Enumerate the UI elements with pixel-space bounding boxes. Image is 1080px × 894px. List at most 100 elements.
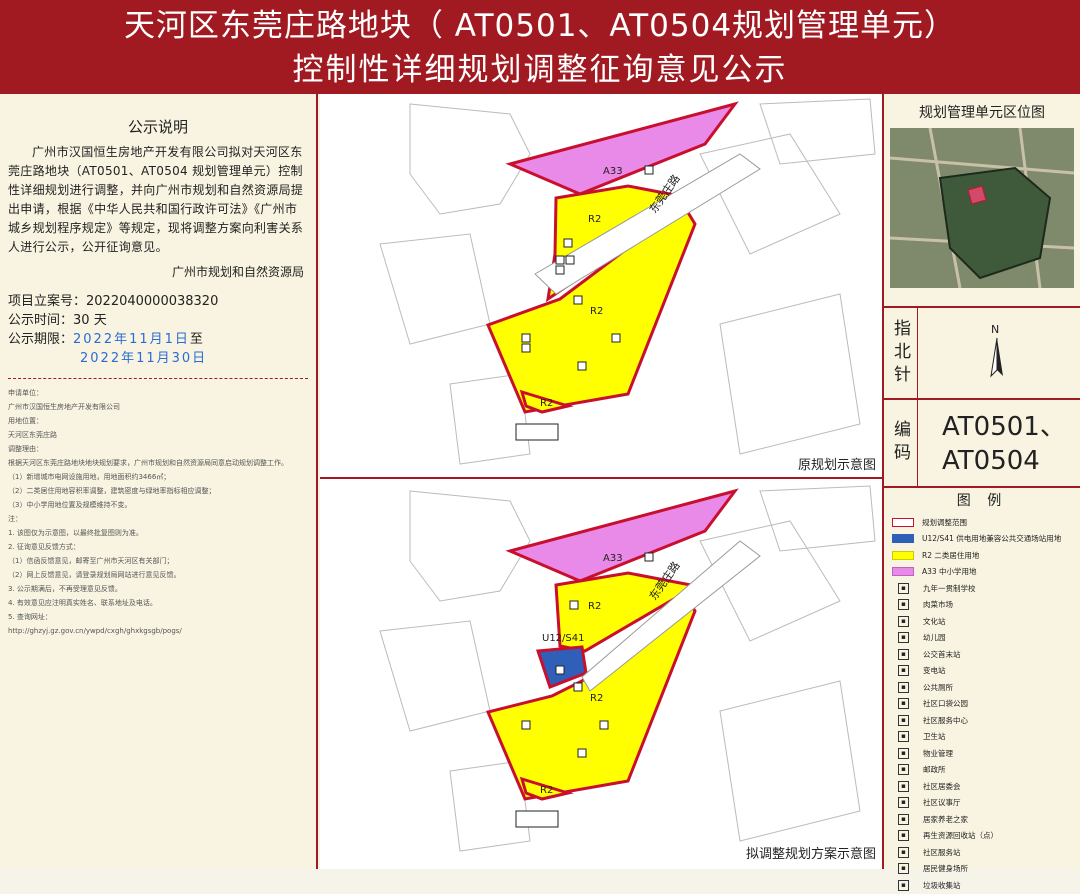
north-panel: 指北针 N: [884, 308, 1080, 400]
fine-print-line: （1）新增城市电网设施用地，用地面积约3466㎡；: [8, 473, 171, 481]
legend-swatch-item: 规划调整范围: [892, 514, 1077, 531]
label-r2-tip: R2: [540, 398, 553, 409]
fine-print: 申请单位： 广州市汉国恒生房地产开发有限公司 用地位置： 天河区东莞庄路 调整理由： 根据…: [8, 387, 308, 638]
legend-icon-item: ▪ 公共厕所: [892, 679, 1077, 696]
legend-icon-label: 公交首末站: [923, 649, 961, 659]
period-start: 2022年11月1日: [73, 332, 190, 347]
fine-print-line: 用地位置：: [8, 417, 43, 425]
legend-icon-label: 垃圾收集站: [923, 880, 961, 890]
legend-icon-label: 社区服务站: [923, 847, 961, 857]
location-map: [890, 128, 1074, 288]
fine-print-line: 广州市汉国恒生房地产开发有限公司: [8, 403, 120, 411]
fine-print-line: 5. 查询网址：: [8, 613, 52, 621]
legend-icon-label: 九年一贯制学校: [923, 583, 976, 593]
fine-print-line: 申请单位：: [8, 389, 43, 397]
legend-icon-label: 幼儿园: [923, 633, 946, 643]
label-r2-tip-adjusted: R2: [540, 785, 553, 796]
label-r2-south-adjusted: R2: [590, 693, 603, 704]
legend-icon-item: ▪ 社区口袋公园: [892, 696, 1077, 713]
legend-icon-label: 社区居委会: [923, 781, 961, 791]
project-label: 项目立案号：: [8, 294, 87, 309]
legend-icon-item: ▪ 社区居委会: [892, 778, 1077, 795]
original-plan-label: 原规划示意图: [797, 458, 876, 473]
legend-icon-item: ▪ 变电站: [892, 663, 1077, 680]
facility-icon: ▪: [898, 648, 909, 660]
period-end: 2022年11月30日: [80, 351, 208, 366]
a33-zone-adjusted: [505, 488, 739, 583]
legend-icon-label: 变电站: [923, 666, 946, 676]
legend-icon-item: ▪ 肉菜市场: [892, 597, 1077, 614]
code-panel: 编码 AT0501、 AT0504: [884, 400, 1080, 488]
legend-icon-label: 物业管理: [923, 748, 953, 758]
legend-swatch-item: R2 二类居住用地: [892, 547, 1077, 564]
facility-icon: ▪: [898, 698, 909, 710]
legend-icon-label: 社区议事厅: [923, 798, 961, 808]
original-plan-map: 东莞庄路 A33 R2 R2 R2 原规划示意图: [320, 94, 882, 479]
label-r2-north: R2: [588, 214, 601, 225]
legend-icon-label: 再生资源回收站（点）: [923, 831, 998, 841]
legend-icon-label: 卫生站: [923, 732, 946, 742]
fine-print-line: （2）二类居住用地容积率调整，建筑密度与绿地率指标相应调整；: [8, 487, 216, 495]
facility-icon: ▪: [898, 797, 909, 809]
facility-icon: ▪: [898, 879, 909, 891]
code-line-1: AT0501、: [942, 412, 1066, 442]
fine-print-line: （2）网上反馈意见，请登录规划局网站进行意见反馈。: [8, 571, 181, 579]
notice-body: 广州市汉国恒生房地产开发有限公司拟对天河区东莞庄路地块（AT0501、AT050…: [8, 145, 304, 254]
legend-icon-label: 社区口袋公园: [923, 699, 968, 709]
facility-icon: ▪: [898, 747, 909, 759]
north-label: 指北针: [884, 308, 918, 398]
fine-print-line: 天河区东莞庄路: [8, 431, 57, 439]
title-line-1: 天河区东莞庄路地块（ AT0501、AT0504规划管理单元）: [123, 8, 957, 44]
legend-icon-item: ▪ 幼儿园: [892, 630, 1077, 647]
project-number: 2022040000038320: [86, 294, 219, 309]
legend-icon-item: ▪ 社区议事厅: [892, 795, 1077, 812]
legend-icon-item: ▪ 文化站: [892, 613, 1077, 630]
legend-icon-label: 社区服务中心: [923, 715, 968, 725]
title-banner: 天河区东莞庄路地块（ AT0501、AT0504规划管理单元） 控制性详细规划调…: [0, 0, 1080, 94]
adjusted-plan-map: 东莞庄路 A33 R2 R2 R2 U12/S41 拟调整规划方案示意图: [320, 481, 882, 866]
facility-icon: ▪: [898, 665, 909, 677]
legend-icon-label: 公共厕所: [923, 682, 953, 692]
legend-icon-item: ▪ 社区服务中心: [892, 712, 1077, 729]
legend-icon-item: ▪ 邮政所: [892, 762, 1077, 779]
legend-title: 图 例: [956, 493, 1008, 509]
legend-icon-item: ▪ 卫生站: [892, 729, 1077, 746]
label-r2-north-adjusted: R2: [588, 601, 601, 612]
title-line-2: 控制性详细规划调整征询意见公示: [292, 52, 788, 88]
code-line-2: AT0504: [942, 446, 1040, 476]
location-title: 规划管理单元区位图: [919, 105, 1045, 121]
adjusted-plan-svg: 东莞庄路 A33 R2 R2 R2 U12/S41: [379, 485, 876, 852]
label-a33: A33: [603, 166, 623, 177]
legend: 规划调整范围 U12/S41 供电用地兼容公共交通场站用地 R2 二类居住用地 A33…: [892, 514, 1077, 894]
notice-title: 公示说明: [127, 118, 188, 136]
facility-icon: ▪: [898, 615, 909, 627]
legend-swatch-item: A33 中小学用地: [892, 564, 1077, 581]
legend-swatch-item: U12/S41 供电用地兼容公共交通场站用地: [892, 531, 1077, 548]
north-arrow-icon: N: [990, 323, 1003, 378]
duration-value: 30 天: [73, 313, 107, 328]
notice-panel: 公示说明 广州市汉国恒生房地产开发有限公司拟对天河区东莞庄路地块（AT0501、…: [0, 94, 318, 869]
map-area: 东莞庄路 A33 R2 R2 R2 原规划示意图 东莞庄路 A33 R2 R2 …: [320, 94, 882, 869]
facility-icon: ▪: [898, 830, 909, 842]
facility-icon: ▪: [898, 681, 909, 693]
legend-icon-item: ▪ 九年一贯制学校: [892, 580, 1077, 597]
fine-print-line: 调整理由：: [8, 445, 43, 453]
fine-print-line: 注：: [8, 515, 22, 523]
fine-print-line: 2. 征询意见反馈方式：: [8, 543, 80, 551]
notice-info: 项目立案号： 2022040000038320 公示时间： 30 天 公示期限： 20…: [8, 292, 308, 368]
legend-icon-label: 肉菜市场: [923, 600, 953, 610]
legend-icon-item: ▪ 垃圾收集站: [892, 877, 1077, 894]
code-label: 编码: [884, 400, 918, 486]
original-plan-svg: 东莞庄路 A33 R2 R2 R2: [379, 98, 876, 465]
north-letter: N: [991, 323, 999, 336]
legend-icon-label: 文化站: [923, 616, 946, 626]
fine-print-line: 根据天河区东莞庄路地块地块规划要求，广州市规划和自然资源局同意启动规划调整工作。: [8, 459, 288, 467]
side-panel: 规划管理单元区位图 指北针 N 编码 AT0501、 AT0504 图 例 规划…: [882, 94, 1080, 891]
legend-swatch-label: R2 二类居住用地: [922, 550, 980, 560]
legend-icon-item: ▪ 居家养老之家: [892, 811, 1077, 828]
legend-icon-label: 居家养老之家: [923, 814, 968, 824]
facility-icon: ▪: [898, 731, 909, 743]
period-mid: 至: [189, 332, 203, 347]
facility-icon: ▪: [898, 813, 909, 825]
legend-swatch: [892, 534, 914, 544]
